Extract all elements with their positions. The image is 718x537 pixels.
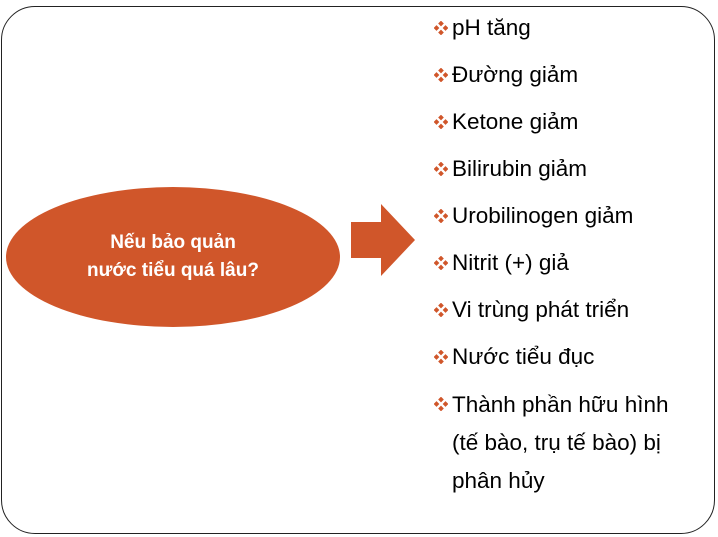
list-item-text: Bilirubin giảm [452,156,588,181]
list-item: Nước tiểu đục [434,339,714,375]
diamond-bullet-icon [434,104,452,140]
diamond-bullet-icon [434,10,452,46]
right-arrow-icon [351,204,415,276]
question-line-2: nước tiểu quá lâu? [87,260,259,281]
diamond-bullet-icon [434,292,452,328]
list-item: pH tăng [434,10,714,46]
list-item: Bilirubin giảm [434,151,714,187]
list-item: Đường giảm [434,57,714,93]
diamond-bullet-icon [434,386,452,422]
diamond-bullet-icon [434,198,452,234]
diamond-bullet-icon [434,339,452,375]
list-item-text: Vi trùng phát triển [452,297,630,322]
list-item-text: Urobilinogen giảm [452,203,634,228]
list-item-line-1: Thành phần hữu hình [452,392,669,417]
question-line-1: Nếu bảo quản [110,232,236,253]
list-item: Thành phần hữu hình (tế bào, trụ tế bào)… [434,386,714,500]
list-item: Ketone giảm [434,104,714,140]
list-item-text: Nitrit (+) giả [452,250,569,275]
diamond-bullet-icon [434,57,452,93]
list-item-line-2: (tế bào, trụ tế bào) bị [452,430,661,455]
list-item-line-3: phân hủy [452,468,545,493]
list-item-text: Thành phần hữu hình (tế bào, trụ tế bào)… [452,386,669,500]
diamond-bullet-icon [434,245,452,281]
list-item-text: Đường giảm [452,62,579,87]
diamond-bullet-icon [434,151,452,187]
list-item-text: Ketone giảm [452,109,579,134]
list-item-text: Nước tiểu đục [452,344,595,369]
consequence-list: pH tăng Đường giảm Ketone giảm Bilirubin… [434,10,714,511]
list-item: Urobilinogen giảm [434,198,714,234]
question-ellipse: Nếu bảo quản nước tiểu quá lâu? [6,187,340,327]
list-item: Vi trùng phát triển [434,292,714,328]
list-item-text: pH tăng [452,15,531,40]
list-item: Nitrit (+) giả [434,245,714,281]
